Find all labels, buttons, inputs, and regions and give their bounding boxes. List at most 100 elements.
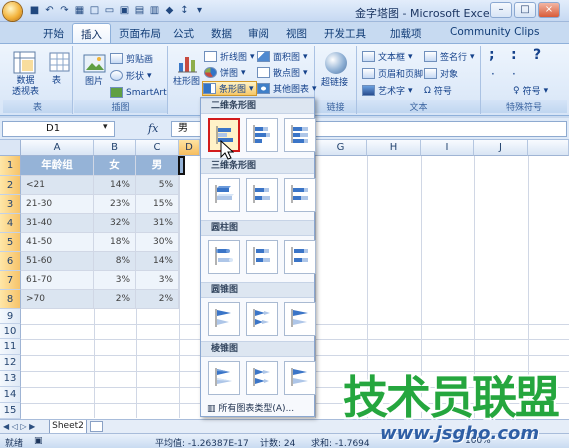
table-cell[interactable]: 61-70	[21, 271, 94, 290]
row-header-2[interactable]: 2	[0, 176, 21, 195]
header-footer-button[interactable]: 页眉和页脚	[362, 66, 423, 81]
preview-icon[interactable]: ▤	[133, 4, 146, 17]
column-header-c[interactable]: C	[136, 140, 179, 156]
new-icon[interactable]: □	[88, 4, 101, 17]
name-box[interactable]: D1	[2, 121, 115, 137]
pie-chart-button[interactable]: 饼图 ▾	[204, 65, 246, 80]
table-cell[interactable]: 2%	[136, 290, 179, 309]
table-cell[interactable]: 23%	[94, 195, 136, 214]
tab-community-clips[interactable]: Community Clips	[442, 23, 547, 43]
tab-formulas[interactable]: 公式	[165, 23, 202, 43]
tab-review[interactable]: 审阅	[240, 23, 277, 43]
row-header-13[interactable]: 13	[0, 371, 21, 387]
row-header-9[interactable]: 9	[0, 309, 21, 324]
row-header-15[interactable]: 15	[0, 403, 21, 419]
table-icon[interactable]: ▦	[73, 4, 86, 17]
sort-icon[interactable]: ↕	[178, 4, 191, 17]
save-icon[interactable]: ■	[28, 4, 41, 17]
table-cell[interactable]: 31%	[136, 214, 179, 233]
row-header-8[interactable]: 8	[0, 290, 21, 309]
dot-icon[interactable]: ·	[512, 68, 516, 80]
hyperlink-label[interactable]: 超链接	[321, 78, 348, 89]
select-all-button[interactable]	[0, 140, 21, 156]
table-cell[interactable]: 15%	[136, 195, 179, 214]
maximize-button[interactable]: □	[514, 2, 536, 18]
table-cell[interactable]: 41-50	[21, 233, 94, 252]
sheet-tab-sheet2[interactable]: Sheet2	[49, 420, 87, 434]
column-header-a[interactable]: A	[21, 140, 94, 156]
table-cell[interactable]: 14%	[94, 176, 136, 195]
redo-icon[interactable]: ↷	[58, 4, 71, 17]
column-header-b[interactable]: B	[94, 140, 136, 156]
picture-icon[interactable]	[82, 51, 107, 76]
table-cell[interactable]: 31-40	[21, 214, 94, 233]
row-header-11[interactable]: 11	[0, 339, 21, 355]
row-header-3[interactable]: 3	[0, 195, 21, 214]
table-cell[interactable]: 2%	[94, 290, 136, 309]
hyperlink-icon[interactable]	[325, 52, 347, 74]
minimize-button[interactable]: –	[490, 2, 512, 18]
row-header-14[interactable]: 14	[0, 387, 21, 403]
percent-cylinder-option[interactable]	[284, 240, 316, 274]
shapes-button[interactable]: 形状 ▾	[110, 68, 152, 83]
header-cell-female[interactable]: 女	[94, 156, 136, 176]
macro-recording-icon[interactable]: ▣	[34, 436, 43, 446]
picture-label[interactable]: 图片	[85, 77, 103, 88]
3d-clustered-bar-option[interactable]	[208, 178, 240, 212]
pivot-table-icon[interactable]	[12, 50, 37, 75]
scatter-chart-button[interactable]: 散点图 ▾	[257, 65, 308, 80]
column-header-j[interactable]: J	[474, 140, 528, 156]
table-cell[interactable]: 32%	[94, 214, 136, 233]
semicolon-symbol-button[interactable]: ;	[489, 48, 495, 62]
stacked-cone-option[interactable]	[246, 302, 278, 336]
tab-developer[interactable]: 开发工具	[316, 23, 374, 43]
tab-data[interactable]: 数据	[203, 23, 240, 43]
3d-stacked-bar-option[interactable]	[246, 178, 278, 212]
print-icon[interactable]: ▣	[118, 4, 131, 17]
stacked-bar-chart-option[interactable]	[246, 118, 278, 152]
sheet-navigation-icons[interactable]: ◀ ◁ ▷ ▶	[3, 422, 35, 431]
table-cell[interactable]: 18%	[94, 233, 136, 252]
smartart-button[interactable]: SmartArt	[110, 85, 167, 100]
bar-chart-gallery[interactable]: 二维条形图 三维条形图 圆柱图 圆锥图 棱锥图 ▥ 所有图表类型(A)...	[200, 97, 316, 417]
row-header-10[interactable]: 10	[0, 324, 21, 339]
all-chart-types-link[interactable]: ▥ 所有图表类型(A)...	[207, 401, 294, 414]
table-cell[interactable]: <21	[21, 176, 94, 195]
percent-pyramid-option[interactable]	[284, 361, 316, 395]
row-header-12[interactable]: 12	[0, 355, 21, 371]
table-cell[interactable]: 14%	[136, 252, 179, 271]
insert-worksheet-icon[interactable]	[90, 421, 103, 432]
table-cell[interactable]: 51-60	[21, 252, 94, 271]
column-header-i[interactable]: I	[421, 140, 474, 156]
column-chart-label[interactable]: 柱形图	[173, 77, 200, 88]
name-box-dropdown-icon[interactable]: ▾	[103, 122, 108, 132]
table-cell[interactable]: 21-30	[21, 195, 94, 214]
symbol-dropdown-button[interactable]: ♀ 符号 ▾	[513, 83, 548, 98]
dot-icon[interactable]: ·	[491, 68, 495, 80]
open-icon[interactable]: ▭	[103, 4, 116, 17]
tab-addins[interactable]: 加载项	[382, 23, 430, 43]
row-header-4[interactable]: 4	[0, 214, 21, 233]
cone-bar-option[interactable]	[208, 302, 240, 336]
row-header-5[interactable]: 5	[0, 233, 21, 252]
pivot-table-label[interactable]: 数据 透视表	[8, 76, 43, 98]
tab-home[interactable]: 开始	[35, 23, 72, 43]
customize-qat-icon[interactable]: ▾	[193, 4, 206, 17]
undo-icon[interactable]: ↶	[43, 4, 56, 17]
tab-page-layout[interactable]: 页面布局	[111, 23, 169, 43]
insert-function-icon[interactable]: fx	[148, 122, 167, 136]
table-label[interactable]: 表	[52, 76, 61, 87]
stacked-pyramid-option[interactable]	[246, 361, 278, 395]
text-box-button[interactable]: 文本框 ▾	[362, 49, 413, 64]
active-cell-d1[interactable]	[178, 156, 185, 175]
table-cell[interactable]: >70	[21, 290, 94, 309]
close-button[interactable]: ×	[538, 2, 560, 18]
table-cell[interactable]: 8%	[94, 252, 136, 271]
stacked-cylinder-option[interactable]	[246, 240, 278, 274]
row-header-1[interactable]: 1	[0, 156, 21, 176]
wordart-button[interactable]: 艺术字 ▾	[362, 83, 413, 98]
column-header-h[interactable]: H	[367, 140, 421, 156]
3d-percent-bar-option[interactable]	[284, 178, 316, 212]
column-header-g[interactable]: G	[315, 140, 367, 156]
tab-view[interactable]: 视图	[278, 23, 315, 43]
